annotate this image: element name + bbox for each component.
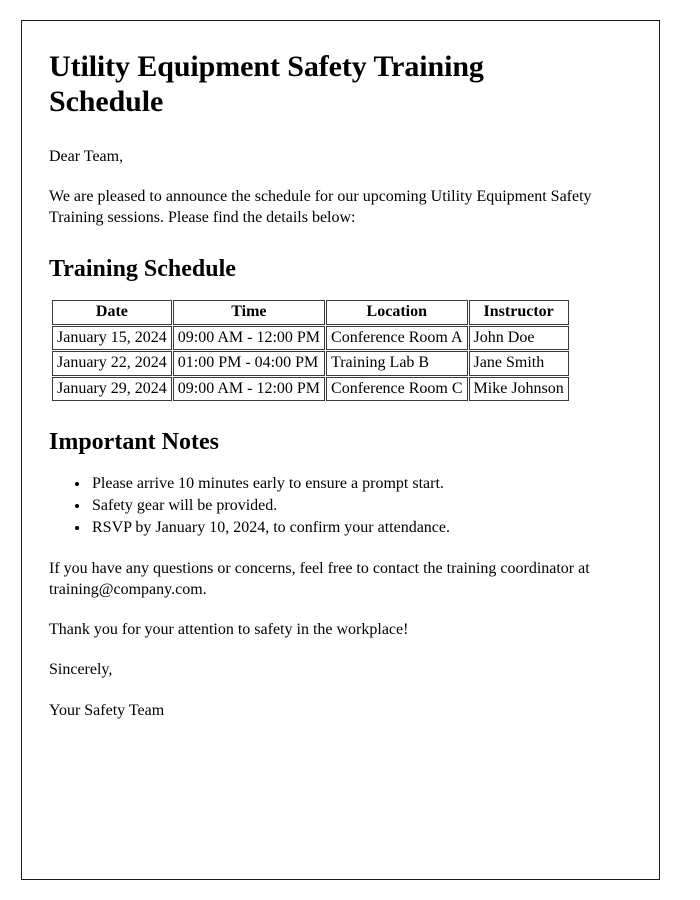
- cell-date: January 22, 2024: [52, 351, 172, 376]
- closing-paragraph: Sincerely,: [49, 661, 113, 679]
- list-item: Safety gear will be provided.: [90, 495, 631, 516]
- salutation-paragraph: Dear Team,: [49, 147, 124, 165]
- document-body: Utility Equipment Safety Training Schedu…: [22, 21, 659, 721]
- cell-time: 09:00 AM - 12:00 PM: [172, 325, 326, 351]
- column-header-time: Time: [172, 300, 326, 325]
- list-item: Please arrive 10 minutes early to ensure…: [90, 473, 631, 494]
- contact-paragraph: If you have any questions or concerns, f…: [49, 559, 590, 598]
- column-header-instructor: Instructor: [468, 300, 569, 325]
- table-row: January 29, 2024 09:00 AM - 12:00 PM Con…: [52, 376, 569, 401]
- column-header-date: Date: [52, 300, 172, 325]
- cell-instructor: John Doe: [468, 325, 569, 351]
- training-schedule-heading: Training Schedule: [49, 255, 236, 282]
- cell-location: Conference Room A: [326, 325, 468, 351]
- cell-location: Conference Room C: [326, 376, 468, 401]
- column-header-location: Location: [326, 300, 468, 325]
- cell-location: Training Lab B: [326, 351, 468, 376]
- table-body: January 15, 2024 09:00 AM - 12:00 PM Con…: [52, 325, 569, 401]
- intro-paragraph: We are pleased to announce the schedule …: [49, 188, 592, 227]
- signature-paragraph: Your Safety Team: [49, 701, 165, 719]
- table-row: January 15, 2024 09:00 AM - 12:00 PM Con…: [52, 325, 569, 351]
- cell-time: 09:00 AM - 12:00 PM: [172, 376, 326, 401]
- table-header-row: Date Time Location Instructor: [52, 300, 569, 325]
- training-schedule-table: Date Time Location Instructor January 15…: [51, 299, 570, 402]
- cell-date: January 15, 2024: [52, 325, 172, 351]
- important-notes-list: Please arrive 10 minutes early to ensure…: [49, 473, 631, 539]
- table-header: Date Time Location Instructor: [52, 300, 569, 325]
- important-notes-heading: Important Notes: [49, 428, 219, 455]
- list-item: RSVP by January 10, 2024, to confirm you…: [90, 517, 631, 538]
- table-row: January 22, 2024 01:00 PM - 04:00 PM Tra…: [52, 351, 569, 376]
- thanks-paragraph: Thank you for your attention to safety i…: [49, 621, 409, 639]
- cell-date: January 29, 2024: [52, 376, 172, 401]
- document-page: Utility Equipment Safety Training Schedu…: [21, 20, 660, 880]
- page-title: Utility Equipment Safety Training Schedu…: [49, 50, 484, 119]
- cell-instructor: Mike Johnson: [468, 376, 569, 401]
- cell-time: 01:00 PM - 04:00 PM: [172, 351, 326, 376]
- cell-instructor: Jane Smith: [468, 351, 569, 376]
